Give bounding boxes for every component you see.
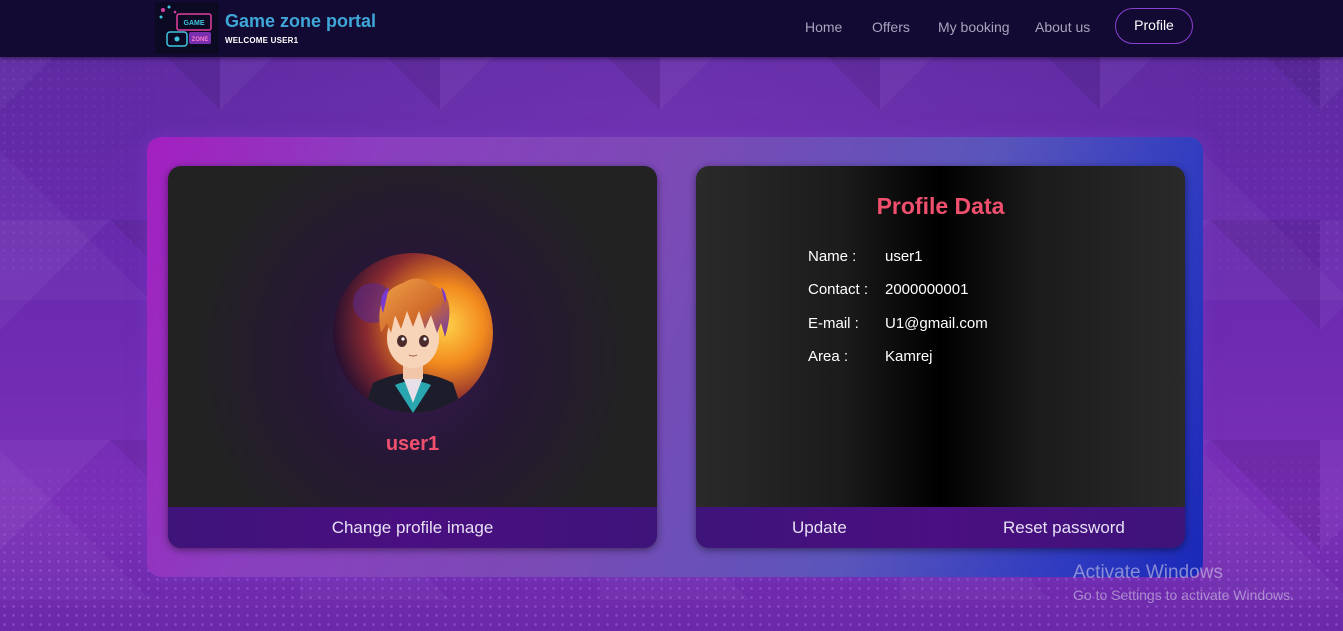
activate-windows-subtitle: Go to Settings to activate Windows. xyxy=(1073,587,1294,603)
update-button[interactable]: Update xyxy=(792,518,847,538)
area-value: Kamrej xyxy=(885,348,933,365)
email-label: E-mail : xyxy=(808,315,859,332)
nav-profile-button[interactable]: Profile xyxy=(1115,8,1193,44)
avatar xyxy=(333,253,493,413)
nav-about-us-link[interactable]: About us xyxy=(1035,19,1090,35)
profile-image-card-footer: Change profile image xyxy=(168,507,657,548)
change-profile-image-button[interactable]: Change profile image xyxy=(168,518,657,538)
nav-offers-link[interactable]: Offers xyxy=(872,19,910,35)
profile-data-card: Profile Data Name : user1 Contact : 2000… xyxy=(696,166,1185,548)
nav-home-link[interactable]: Home xyxy=(805,19,842,35)
brand-title[interactable]: Game zone portal xyxy=(225,11,376,32)
game-zone-logo-icon: GAME ZONE xyxy=(155,2,219,54)
svg-text:ZONE: ZONE xyxy=(192,37,209,43)
activate-windows-title: Activate Windows xyxy=(1073,562,1223,583)
anime-avatar-image xyxy=(333,253,493,413)
name-label: Name : xyxy=(808,248,857,265)
profile-image-card: user1 Change profile image xyxy=(168,166,657,548)
reset-password-button[interactable]: Reset password xyxy=(1003,518,1125,538)
top-navbar: GAME ZONE Game zone portal WELCOME USER1… xyxy=(0,0,1343,57)
svg-text:GAME: GAME xyxy=(184,20,205,27)
profile-data-title: Profile Data xyxy=(876,193,1005,219)
profile-data-card-footer: Update Reset password xyxy=(696,507,1185,548)
nav-my-booking-link[interactable]: My booking xyxy=(938,19,1010,35)
area-label: Area : xyxy=(808,348,849,365)
contact-label: Contact : xyxy=(808,281,869,298)
contact-value: 2000000001 xyxy=(885,281,969,298)
game-zone-logo[interactable]: GAME ZONE xyxy=(155,2,219,54)
profile-username: user1 xyxy=(385,433,440,455)
welcome-text: WELCOME USER1 xyxy=(225,36,299,45)
name-value: user1 xyxy=(885,248,923,265)
email-value: U1@gmail.com xyxy=(885,315,988,332)
